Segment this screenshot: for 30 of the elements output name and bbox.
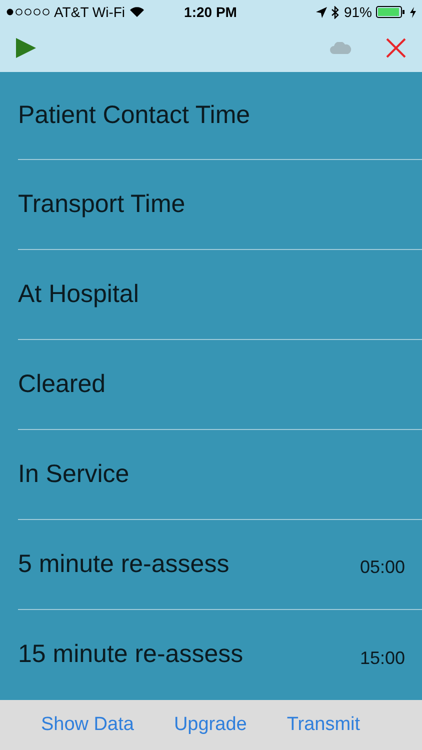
row-label: Transport Time	[18, 188, 186, 220]
row-label: Cleared	[18, 368, 106, 400]
bluetooth-icon	[330, 6, 340, 18]
timer-value: 15:00	[360, 646, 405, 670]
row-label: 15 minute re-assess	[18, 639, 244, 670]
battery-icon	[376, 6, 406, 18]
timer-value: 05:00	[360, 556, 405, 579]
list-row[interactable]: Transport Time	[18, 160, 422, 250]
location-icon	[316, 6, 327, 18]
signal-icon	[6, 8, 50, 16]
list-row[interactable]: 5 minute re-assess 05:00	[18, 520, 422, 610]
row-label: Patient Contact Time	[18, 100, 250, 131]
footer-button[interactable]: Upgrade	[174, 710, 247, 740]
footer-button[interactable]: Show Data	[41, 710, 134, 740]
row-label: In Service	[18, 458, 130, 490]
close-icon[interactable]	[386, 38, 406, 58]
list-row[interactable]: Cleared	[18, 340, 422, 430]
clock: 1:20 PM	[184, 2, 237, 22]
list-row[interactable]: 15 minute re-assess 15:00	[18, 610, 422, 700]
carrier-name: AT&T Wi-Fi	[54, 2, 126, 22]
row-label: At Hospital	[18, 278, 139, 310]
charging-icon	[410, 6, 416, 18]
footer-button[interactable]: Transmit	[286, 710, 360, 740]
battery-percent: 91%	[344, 2, 372, 22]
list-row[interactable]: Patient Contact Time	[18, 72, 422, 160]
list-row[interactable]: In Service	[18, 430, 422, 520]
play-icon[interactable]	[16, 38, 36, 58]
row-label: 5 minute re-assess	[18, 548, 230, 580]
list-row[interactable]: At Hospital	[18, 250, 422, 340]
wifi-icon	[129, 6, 146, 18]
